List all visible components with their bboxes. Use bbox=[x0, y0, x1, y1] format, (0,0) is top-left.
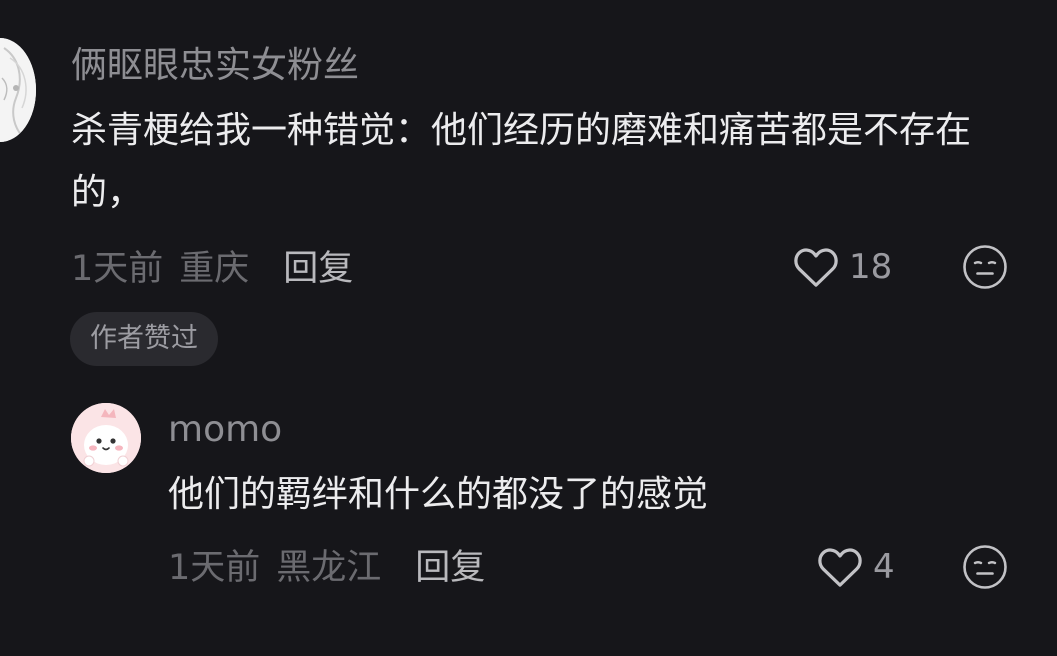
comment-like-button[interactable]: 18 bbox=[793, 245, 892, 289]
reply-time: 1天前 bbox=[168, 547, 261, 588]
reply-meta: 1天前 黑龙江 回复 bbox=[168, 542, 485, 588]
meh-face-icon bbox=[963, 245, 1007, 289]
comment-meta: 1天前 重庆 回复 bbox=[71, 243, 353, 289]
reply-location: 黑龙江 bbox=[276, 547, 382, 588]
comment-time: 1天前 bbox=[71, 248, 164, 289]
avatar-illustration bbox=[0, 38, 36, 142]
reply-like-count: 4 bbox=[873, 547, 895, 587]
heart-icon bbox=[794, 248, 838, 287]
author-liked-badge: 作者赞过 bbox=[70, 312, 218, 366]
avatar-illustration bbox=[71, 403, 141, 473]
meh-face-icon bbox=[963, 545, 1007, 589]
reply-like-button[interactable]: 4 bbox=[817, 545, 895, 589]
commenter-username[interactable]: 俩眍眼忠实女粉丝 bbox=[71, 44, 359, 88]
reply-reply-button[interactable]: 回复 bbox=[415, 539, 485, 590]
commenter-avatar[interactable] bbox=[0, 38, 36, 142]
comment-dislike-button[interactable] bbox=[962, 244, 1008, 290]
comment-reply-button[interactable]: 回复 bbox=[283, 240, 353, 291]
comment-text: 杀青梗给我一种错觉：他们经历的磨难和痛苦都是不存在的， bbox=[71, 110, 972, 213]
replier-avatar[interactable] bbox=[71, 403, 141, 473]
replier-username[interactable]: momo bbox=[168, 408, 282, 452]
reply-text: 他们的羁绊和什么的都没了的感觉 bbox=[168, 474, 709, 515]
comment-like-count: 18 bbox=[849, 247, 893, 287]
comment-location: 重庆 bbox=[179, 248, 250, 289]
reply-dislike-button[interactable] bbox=[962, 544, 1008, 590]
heart-icon bbox=[818, 548, 862, 587]
